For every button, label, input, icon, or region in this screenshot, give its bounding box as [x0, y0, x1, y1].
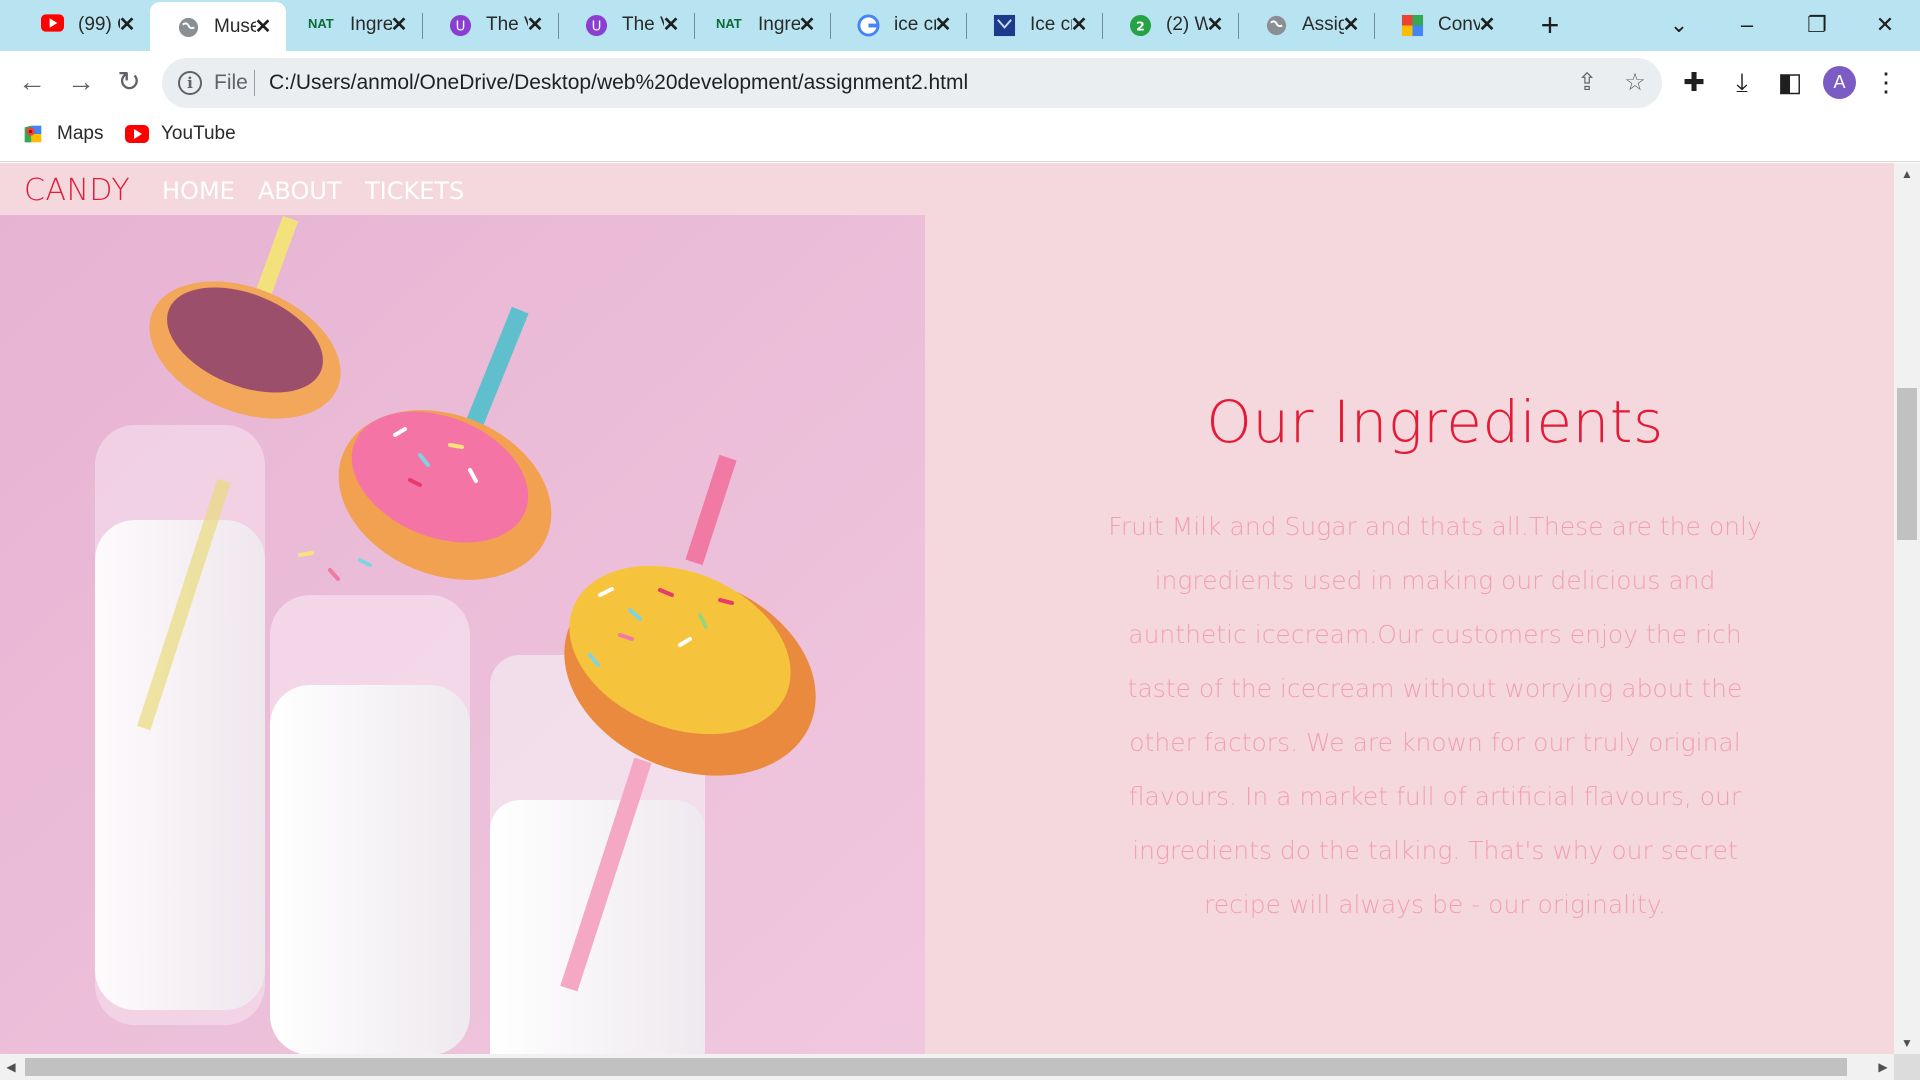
- site-navbar: CANDY HOME ABOUT TICKETS: [0, 163, 1894, 215]
- forward-icon[interactable]: →: [62, 63, 100, 101]
- tab-close-icon[interactable]: ✕: [932, 14, 954, 36]
- tab-title: The V: [622, 14, 664, 35]
- grid-color-icon: [1401, 14, 1424, 37]
- browser-tab[interactable]: U The V✕: [422, 0, 558, 51]
- maps-icon: [24, 125, 42, 143]
- horizontal-scrollbar[interactable]: ◀ ▶: [0, 1054, 1894, 1080]
- vertical-scroll-thumb[interactable]: [1897, 388, 1917, 540]
- page-viewport: CANDY HOME ABOUT TICKETS Our Ingredients…: [0, 163, 1894, 1054]
- tab-title: (99) C: [78, 14, 120, 35]
- menu-kebab-icon[interactable]: ⋮: [1870, 66, 1902, 98]
- bookmark-maps[interactable]: Maps: [21, 123, 103, 145]
- reload-icon[interactable]: ↻: [110, 63, 148, 101]
- tab-close-icon[interactable]: ✕: [1068, 14, 1090, 36]
- side-panel-icon[interactable]: ◧: [1774, 66, 1806, 98]
- svg-text:U: U: [592, 19, 602, 34]
- tab-title: ice cr: [894, 14, 936, 35]
- tab-close-icon[interactable]: ✕: [660, 14, 682, 36]
- nav-tickets[interactable]: TICKETS: [365, 177, 464, 205]
- close-window-icon[interactable]: ✕: [1868, 8, 1902, 42]
- tab-search-icon[interactable]: ⌄: [1662, 8, 1696, 42]
- scroll-corner: [1894, 1054, 1920, 1080]
- browser-tab[interactable]: U The V✕: [558, 0, 694, 51]
- download-icon[interactable]: ⤓: [1726, 66, 1758, 98]
- hero-illustration: [0, 215, 925, 1054]
- bookmarks-bar: Maps YouTube: [0, 113, 1920, 162]
- scheme-label: File: [214, 71, 248, 94]
- tab-title: Ingre: [350, 14, 392, 35]
- youtube-icon: [41, 14, 64, 37]
- tab-close-icon[interactable]: ✕: [796, 14, 818, 36]
- url-text[interactable]: C:/Users/anmol/OneDrive/Desktop/web%20de…: [269, 71, 968, 95]
- scroll-down-icon[interactable]: ▼: [1894, 1032, 1920, 1054]
- section-paragraph: Fruit Milk and Sugar and thats all.These…: [1108, 512, 1762, 919]
- horizontal-scroll-thumb[interactable]: [25, 1058, 1847, 1076]
- browser-tab[interactable]: Muse ✕: [150, 2, 286, 51]
- nav-about[interactable]: ABOUT: [258, 177, 342, 205]
- browser-tab[interactable]: NAT Ingre ✕: [694, 0, 830, 51]
- back-icon[interactable]: ←: [13, 63, 51, 101]
- bookmark-label: YouTube: [161, 123, 236, 144]
- browser-tab[interactable]: NAT Ingre ✕: [286, 0, 422, 51]
- nav-home[interactable]: HOME: [162, 177, 235, 205]
- whatsapp-icon: 2: [1129, 14, 1152, 37]
- browser-tab[interactable]: (99) C✕: [14, 0, 150, 51]
- tab-close-icon[interactable]: ✕: [252, 16, 274, 38]
- tab-close-icon[interactable]: ✕: [1204, 14, 1226, 36]
- nat-icon: NAT: [716, 16, 742, 31]
- address-bar[interactable]: i File C:/Users/anmol/OneDrive/Desktop/w…: [162, 58, 1662, 108]
- tab-title: Muse: [214, 16, 256, 37]
- browser-tab[interactable]: Conv ✕: [1374, 0, 1510, 51]
- svg-text:2: 2: [1136, 18, 1145, 33]
- restore-icon[interactable]: ❐: [1800, 8, 1834, 42]
- bookmark-star-icon[interactable]: ☆: [1621, 69, 1649, 97]
- browser-tab[interactable]: 2 (2) W ✕: [1102, 0, 1238, 51]
- browser-toolbar: ← → ↻ i File C:/Users/anmol/OneDrive/Des…: [0, 51, 1920, 113]
- scroll-left-icon[interactable]: ◀: [0, 1054, 22, 1080]
- tab-title: The V: [486, 14, 528, 35]
- tab-title: Ice cr: [1030, 14, 1072, 35]
- shield-icon: [993, 14, 1016, 37]
- vertical-scrollbar[interactable]: ▲ ▼: [1894, 163, 1920, 1054]
- minimize-icon[interactable]: –: [1730, 8, 1764, 42]
- tab-strip: (99) C✕Muse✕NATIngre✕UThe V✕UThe V✕NATIn…: [0, 0, 1920, 51]
- svg-text:U: U: [456, 19, 466, 34]
- globe-icon: [177, 16, 200, 39]
- tab-title: Ingre: [758, 14, 800, 35]
- tab-title: Conv: [1438, 14, 1480, 35]
- tab-close-icon[interactable]: ✕: [524, 14, 546, 36]
- bookmark-youtube[interactable]: YouTube: [125, 123, 236, 145]
- google-icon: [857, 14, 880, 37]
- ingredients-section: Our Ingredients Fruit Milk and Sugar and…: [1105, 388, 1765, 932]
- scroll-up-icon[interactable]: ▲: [1894, 163, 1920, 185]
- u-icon: U: [449, 14, 472, 37]
- browser-tab[interactable]: Assig ✕: [1238, 0, 1374, 51]
- new-tab-button[interactable]: +: [1535, 9, 1565, 41]
- bookmark-label: Maps: [57, 123, 104, 144]
- scroll-right-icon[interactable]: ▶: [1872, 1054, 1894, 1080]
- donuts-milk-image: [0, 215, 925, 1054]
- youtube-icon: [125, 125, 149, 143]
- browser-tab[interactable]: Ice cr ✕: [966, 0, 1102, 51]
- u-icon: U: [585, 14, 608, 37]
- omnibox-divider: [254, 70, 255, 96]
- tab-title: (2) W: [1166, 14, 1208, 35]
- site-info-icon[interactable]: i: [178, 71, 202, 95]
- profile-avatar[interactable]: A: [1823, 66, 1856, 99]
- share-icon[interactable]: ⇪: [1573, 69, 1601, 97]
- globe-icon: [1265, 14, 1288, 37]
- brand-logo[interactable]: CANDY: [24, 173, 130, 208]
- nat-icon: NAT: [308, 16, 334, 31]
- extensions-icon[interactable]: ✚: [1678, 66, 1710, 98]
- tab-close-icon[interactable]: ✕: [1340, 14, 1362, 36]
- tab-close-icon[interactable]: ✕: [1476, 14, 1498, 36]
- section-heading: Our Ingredients: [1206, 388, 1664, 456]
- tab-title: Assig: [1302, 14, 1344, 35]
- tab-close-icon[interactable]: ✕: [116, 14, 138, 36]
- browser-tab[interactable]: ice cr ✕: [830, 0, 966, 51]
- tab-close-icon[interactable]: ✕: [388, 14, 410, 36]
